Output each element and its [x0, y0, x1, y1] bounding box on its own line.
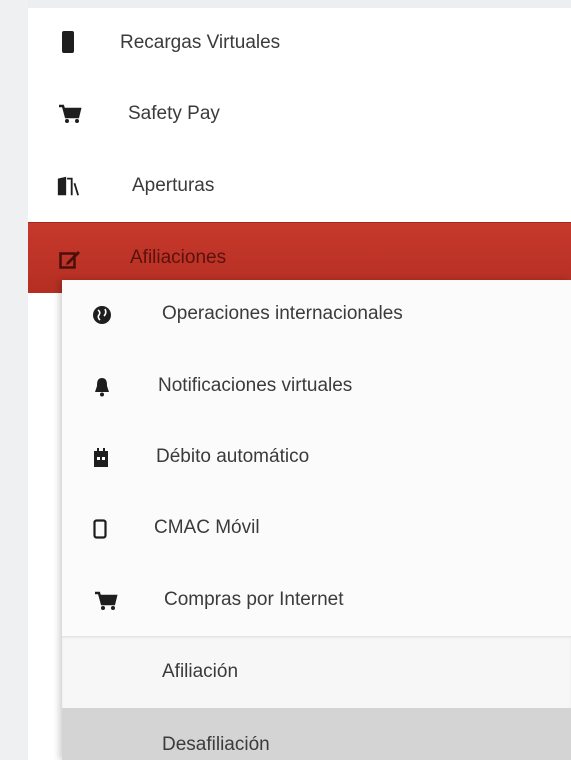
- top-divider: [28, 0, 571, 8]
- menu-item-aperturas[interactable]: Aperturas: [28, 150, 571, 220]
- submenu-item-notificaciones-virtuales[interactable]: Notificaciones virtuales: [62, 352, 571, 422]
- menu-item-label: Safety Pay: [128, 103, 220, 124]
- edit-icon: [58, 247, 82, 271]
- mobile-phone-icon: [56, 30, 80, 54]
- shopping-cart-icon: [94, 589, 118, 613]
- submenu-item-debito-automatico[interactable]: Débito automático: [62, 423, 571, 493]
- submenu-item-label: Débito automático: [156, 446, 310, 467]
- submenu-item-operaciones-internacionales[interactable]: Operaciones internacionales: [62, 280, 571, 350]
- submenu-item-label: Compras por Internet: [164, 589, 344, 610]
- shopping-cart-icon: [58, 102, 82, 126]
- submenu-item-label: Desafiliación: [162, 734, 270, 755]
- menu-item-label: Aperturas: [132, 175, 215, 196]
- submenu-item-label: Notificaciones virtuales: [158, 375, 353, 396]
- menu-item-label: Recargas Virtuales: [120, 32, 281, 53]
- submenu-item-label: Operaciones internacionales: [162, 303, 403, 324]
- submenu-item-label: CMAC Móvil: [154, 517, 260, 538]
- globe-icon: [90, 303, 114, 327]
- menu-item-safety-pay[interactable]: Safety Pay: [28, 78, 571, 148]
- submenu-item-afiliacion[interactable]: Afiliación: [62, 636, 571, 709]
- menu-item-label: Afiliaciones: [130, 247, 227, 268]
- menu-item-recargas-virtuales[interactable]: Recargas Virtuales: [28, 8, 571, 76]
- calendar-icon: [89, 446, 113, 470]
- bell-icon: [90, 375, 114, 399]
- submenu-item-label: Afiliación: [162, 661, 239, 682]
- submenu-item-desafiliacion[interactable]: Desafiliación: [62, 708, 571, 760]
- submenu-item-compras-por-internet[interactable]: Compras por Internet: [62, 566, 571, 636]
- mobile-phone-icon: [88, 517, 112, 541]
- submenu-item-cmac-movil[interactable]: CMAC Móvil: [62, 494, 571, 564]
- open-door-icon: [56, 174, 80, 198]
- afiliaciones-submenu: Operaciones internacionales Notificacion…: [62, 280, 571, 760]
